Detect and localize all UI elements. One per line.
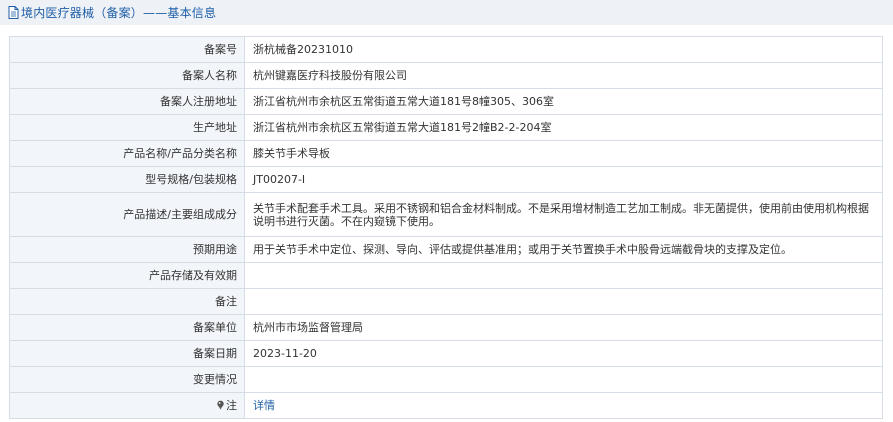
- row-label: 备案单位: [9, 314, 245, 341]
- row-value: [244, 366, 883, 393]
- row-value: [244, 262, 883, 289]
- row-value: [244, 288, 883, 315]
- row-value: 详情: [244, 392, 883, 419]
- row-label: 产品存储及有效期: [9, 262, 245, 289]
- info-table: 备案号 浙杭械备20231010 备案人名称 杭州键嘉医疗科技股份有限公司 备案…: [9, 36, 883, 419]
- table-row: 生产地址 浙江省杭州市余杭区五常街道五常大道181号2幢B2-2-204室: [9, 114, 883, 141]
- row-label: 型号规格/包装规格: [9, 166, 245, 193]
- table-row: 型号规格/包装规格 JT00207-I: [9, 166, 883, 193]
- row-label: 备案人名称: [9, 62, 245, 89]
- table-row: 变更情况: [9, 366, 883, 393]
- info-table-container: 备案号 浙杭械备20231010 备案人名称 杭州键嘉医疗科技股份有限公司 备案…: [9, 36, 883, 419]
- document-icon: [8, 6, 19, 19]
- table-row: 产品名称/产品分类名称 膝关节手术导板: [9, 140, 883, 167]
- table-row: 备案号 浙杭械备20231010: [9, 36, 883, 63]
- row-value: 2023-11-20: [244, 340, 883, 367]
- table-row: 产品描述/主要组成成分 关节手术配套手术工具。采用不锈钢和铝合金材料制成。不是采…: [9, 192, 883, 237]
- row-value: 膝关节手术导板: [244, 140, 883, 167]
- row-label: 生产地址: [9, 114, 245, 141]
- row-value: 杭州键嘉医疗科技股份有限公司: [244, 62, 883, 89]
- row-label: 备案人注册地址: [9, 88, 245, 115]
- page-header: 境内医疗器械（备案）——基本信息: [0, 0, 893, 25]
- details-link[interactable]: 详情: [253, 399, 275, 412]
- page-title: 境内医疗器械（备案）——基本信息: [21, 6, 217, 20]
- table-row: 备案日期 2023-11-20: [9, 340, 883, 367]
- row-label: 产品描述/主要组成成分: [9, 192, 245, 237]
- row-value: 杭州市市场监督管理局: [244, 314, 883, 341]
- table-row: 备案单位 杭州市市场监督管理局: [9, 314, 883, 341]
- table-row: 备案人名称 杭州键嘉医疗科技股份有限公司: [9, 62, 883, 89]
- row-label: 备案号: [9, 36, 245, 63]
- row-value: 浙江省杭州市余杭区五常街道五常大道181号2幢B2-2-204室: [244, 114, 883, 141]
- pin-icon: [217, 400, 224, 410]
- table-row: 备注: [9, 288, 883, 315]
- table-row: 产品存储及有效期: [9, 262, 883, 289]
- table-row: 备案人注册地址 浙江省杭州市余杭区五常街道五常大道181号8幢305、306室: [9, 88, 883, 115]
- row-value: JT00207-I: [244, 166, 883, 193]
- row-label: 注: [226, 399, 237, 412]
- row-value: 关节手术配套手术工具。采用不锈钢和铝合金材料制成。不是采用增材制造工艺加工制成。…: [244, 192, 883, 237]
- row-value: 浙杭械备20231010: [244, 36, 883, 63]
- note-label-cell: 注: [9, 392, 245, 419]
- row-label: 变更情况: [9, 366, 245, 393]
- row-value: 用于关节手术中定位、探测、导向、评估或提供基准用；或用于关节置换手术中股骨远端截…: [244, 236, 883, 263]
- table-row: 注 详情: [9, 392, 883, 419]
- row-label: 产品名称/产品分类名称: [9, 140, 245, 167]
- row-label: 备案日期: [9, 340, 245, 367]
- row-value: 浙江省杭州市余杭区五常街道五常大道181号8幢305、306室: [244, 88, 883, 115]
- table-row: 预期用途 用于关节手术中定位、探测、导向、评估或提供基准用；或用于关节置换手术中…: [9, 236, 883, 263]
- row-label: 备注: [9, 288, 245, 315]
- row-label: 预期用途: [9, 236, 245, 263]
